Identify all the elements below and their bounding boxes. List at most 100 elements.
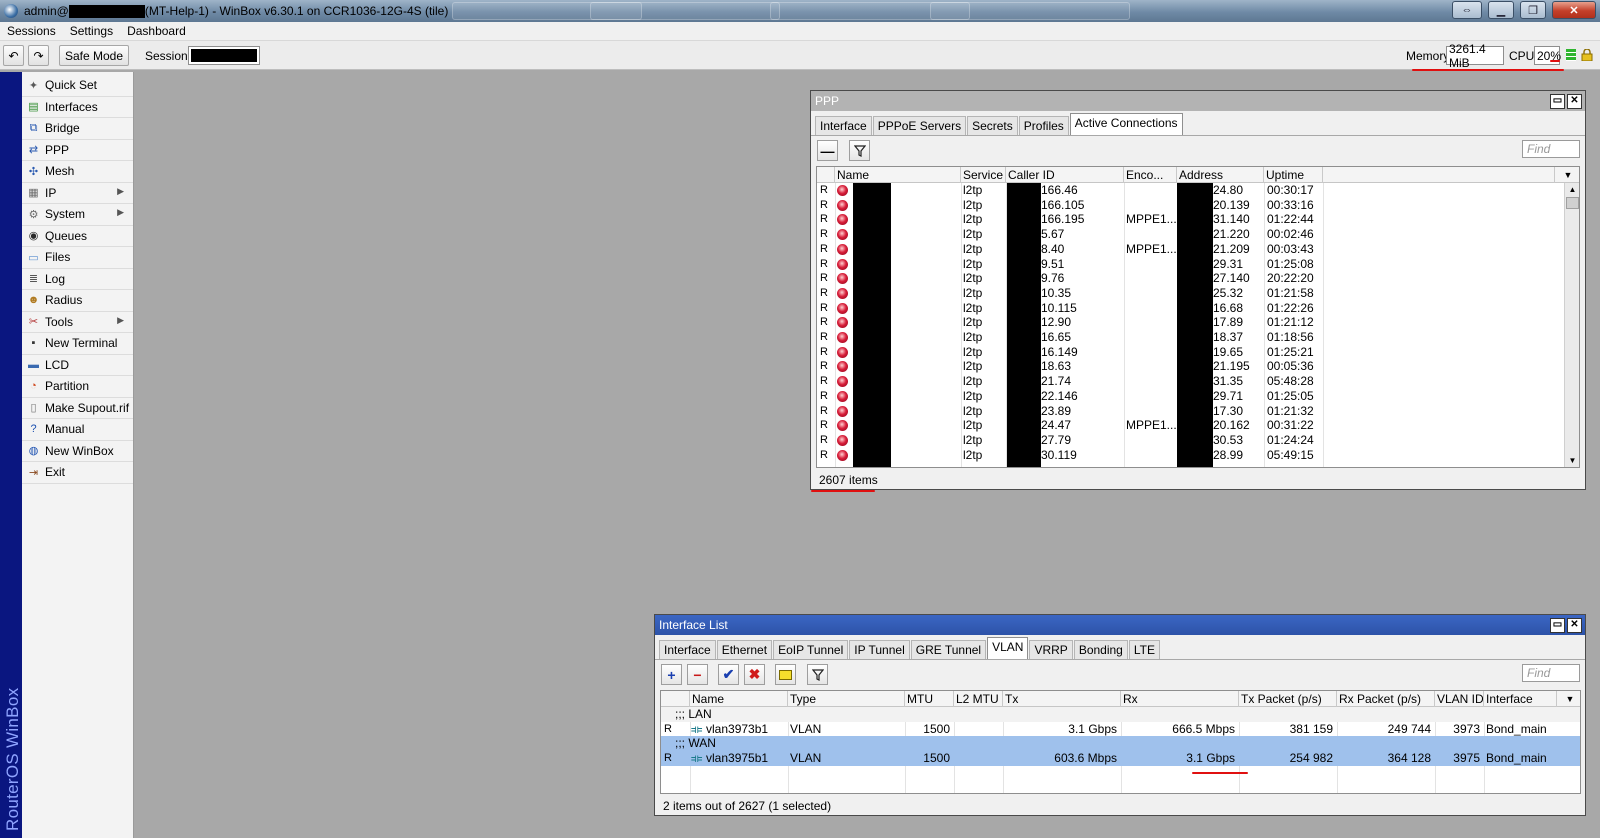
- column-header-service[interactable]: Service: [961, 167, 1006, 183]
- interface-list-title[interactable]: Interface List: [655, 615, 1585, 635]
- close-icon[interactable]: ✕: [1567, 618, 1582, 633]
- sidebar-item-manual[interactable]: ? Manual: [22, 419, 133, 441]
- vertical-scrollbar[interactable]: ▲ ▼: [1564, 183, 1579, 467]
- column-header-uptime[interactable]: Uptime: [1264, 167, 1323, 183]
- column-header-type[interactable]: Type: [788, 691, 905, 707]
- tab-active-connections[interactable]: Active Connections: [1069, 113, 1183, 135]
- menu-dashboard[interactable]: Dashboard: [120, 24, 193, 38]
- column-header-interface[interactable]: Interface: [1484, 691, 1557, 707]
- ppp-window-title[interactable]: PPP: [811, 91, 1585, 111]
- columns-dropdown-icon[interactable]: ▼: [1555, 167, 1579, 183]
- ppp-connections-table[interactable]: Name Service Caller ID Enco... Address Uptime…: [816, 166, 1580, 468]
- cell-caller: 166.105: [1041, 197, 1085, 212]
- session-field[interactable]: [188, 46, 260, 65]
- sidebar-item-bridge[interactable]: ⧉ Bridge: [22, 118, 133, 140]
- sidebar-item-interfaces[interactable]: ▤ Interfaces: [22, 97, 133, 118]
- cell-addr: 31.35: [1213, 374, 1244, 389]
- tab-ethernet[interactable]: Ethernet: [716, 640, 773, 659]
- tab-ip-tunnel[interactable]: IP Tunnel: [849, 640, 910, 659]
- enable-check-icon[interactable]: ✔: [718, 664, 739, 685]
- scroll-thumb[interactable]: [1566, 197, 1579, 209]
- sidebar-item-label: LCD: [45, 357, 70, 372]
- sidebar-item-system[interactable]: ⚙ System ▶: [22, 204, 133, 226]
- maximize-button[interactable]: ❐: [1520, 1, 1546, 19]
- interface-table[interactable]: Name Type MTU L2 MTU Tx Rx Tx Packet (p/s) Rx P…: [660, 690, 1581, 794]
- remove-icon[interactable]: −: [687, 664, 708, 685]
- column-header-vlan-id[interactable]: VLAN ID: [1435, 691, 1484, 707]
- tab-vlan[interactable]: VLAN: [987, 637, 1029, 659]
- add-icon[interactable]: +: [661, 664, 682, 685]
- cell-addr: 21.220: [1213, 227, 1250, 242]
- column-header-address[interactable]: Address: [1177, 167, 1264, 183]
- restore-size-icon[interactable]: ⇔: [1452, 1, 1482, 19]
- menu-settings[interactable]: Settings: [63, 24, 120, 38]
- column-header-flag: [817, 167, 835, 183]
- column-header-rx[interactable]: Rx: [1121, 691, 1239, 707]
- tab-secrets[interactable]: Secrets: [967, 116, 1018, 135]
- minimize-button[interactable]: ▁: [1488, 1, 1514, 19]
- tab-gre-tunnel[interactable]: GRE Tunnel: [910, 640, 987, 659]
- safe-mode-button[interactable]: Safe Mode: [59, 45, 129, 66]
- scroll-up-icon[interactable]: ▲: [1565, 183, 1579, 197]
- menu-sessions[interactable]: Sessions: [0, 24, 63, 38]
- columns-dropdown-icon[interactable]: ▼: [1557, 691, 1580, 707]
- sidebar-item-ppp[interactable]: ⇄ PPP: [22, 140, 133, 161]
- filter-icon[interactable]: [807, 664, 828, 685]
- sidebar-item-tools[interactable]: ✂ Tools ▶: [22, 312, 133, 333]
- window-titlebar[interactable]: admin@ (MT-Help-1) - WinBox v6.30.1 on C…: [0, 0, 1600, 22]
- users-icon: ☻: [27, 294, 40, 307]
- tab-interface[interactable]: Interface: [659, 640, 716, 659]
- tab-interface[interactable]: Interface: [815, 116, 872, 135]
- disable-x-icon[interactable]: ✖: [744, 664, 765, 685]
- table-row[interactable]: R ⟚ vlan3973b1 VLAN 1500 3.1 Gbps 666.5 Mbps 38…: [661, 722, 1580, 737]
- tab-eoip-tunnel[interactable]: EoIP Tunnel: [773, 640, 849, 659]
- sidebar-item-log[interactable]: ≣ Log: [22, 269, 133, 290]
- maximize-icon[interactable]: ▭: [1550, 94, 1565, 109]
- sidebar-item-quick-set[interactable]: ✦ Quick Set: [22, 75, 133, 97]
- column-header-tx-packet-p-s-[interactable]: Tx Packet (p/s): [1239, 691, 1337, 707]
- group-comment-row[interactable]: ;;; LAN: [661, 707, 1580, 722]
- sidebar-item-files[interactable]: ▭ Files: [22, 247, 133, 269]
- tab-vrrp[interactable]: VRRP: [1029, 640, 1073, 659]
- column-header-rx-packet-p-s-[interactable]: Rx Packet (p/s): [1337, 691, 1435, 707]
- group-comment-row[interactable]: ;;; WAN: [661, 736, 1580, 752]
- maximize-icon[interactable]: ▭: [1550, 618, 1565, 633]
- ppp-tabs: Interface PPPoE Servers Secrets Profiles Act…: [811, 113, 1585, 136]
- sidebar-item-ip[interactable]: ▦ IP ▶: [22, 183, 133, 204]
- column-header-tx[interactable]: Tx: [1003, 691, 1121, 707]
- sidebar-item-radius[interactable]: ☻ Radius: [22, 290, 133, 312]
- sidebar-item-exit[interactable]: ⇥ Exit: [22, 462, 133, 484]
- sidebar-item-partition[interactable]: ◔ Partition: [22, 376, 133, 398]
- sidebar-item-new-terminal[interactable]: ▪ New Terminal: [22, 333, 133, 355]
- sidebar-item-lcd[interactable]: ▬ LCD: [22, 355, 133, 376]
- sidebar-item-queues[interactable]: ◉ Queues: [22, 226, 133, 247]
- column-header-l2-mtu[interactable]: L2 MTU: [954, 691, 1003, 707]
- tab-bonding[interactable]: Bonding: [1073, 640, 1128, 659]
- cell-service: l2tp: [963, 330, 983, 344]
- table-row[interactable]: R ⟚ vlan3975b1 VLAN 1500 603.6 Mbps 3.1 Gbps 25…: [661, 751, 1580, 766]
- column-header-name[interactable]: Name: [835, 167, 961, 183]
- ppp-find-input[interactable]: Find: [1522, 140, 1580, 158]
- redo-button[interactable]: ↷: [28, 45, 49, 66]
- interface-list-window[interactable]: Interface List ▭ ✕ Interface Ethernet EoIP…: [654, 614, 1586, 816]
- column-header-mtu[interactable]: MTU: [905, 691, 954, 707]
- tab-lte[interactable]: LTE: [1128, 640, 1160, 659]
- column-header-caller-id[interactable]: Caller ID: [1006, 167, 1124, 183]
- close-icon[interactable]: ✕: [1567, 94, 1582, 109]
- filter-icon[interactable]: [849, 140, 870, 161]
- undo-button[interactable]: ↶: [3, 45, 24, 66]
- remove-icon[interactable]: —: [817, 140, 838, 161]
- cell-service: l2tp: [963, 359, 983, 374]
- sidebar-item-mesh[interactable]: ✣ Mesh: [22, 161, 133, 183]
- interface-find-input[interactable]: Find: [1522, 664, 1580, 682]
- sidebar-item-make-supout-rif[interactable]: ▯ Make Supout.rif: [22, 398, 133, 419]
- column-header-name[interactable]: Name: [690, 691, 788, 707]
- column-header-enco-[interactable]: Enco...: [1124, 167, 1177, 183]
- sidebar-item-new-winbox[interactable]: ◍ New WinBox: [22, 441, 133, 462]
- scroll-down-icon[interactable]: ▼: [1565, 454, 1579, 467]
- tab-profiles[interactable]: Profiles: [1018, 116, 1069, 135]
- ppp-window[interactable]: PPP ▭ ✕ Interface PPPoE Servers Secrets Pro…: [810, 90, 1586, 492]
- tab-pppoe-servers[interactable]: PPPoE Servers: [872, 116, 967, 135]
- close-button[interactable]: ✕: [1552, 1, 1596, 19]
- comment-icon[interactable]: [775, 664, 796, 685]
